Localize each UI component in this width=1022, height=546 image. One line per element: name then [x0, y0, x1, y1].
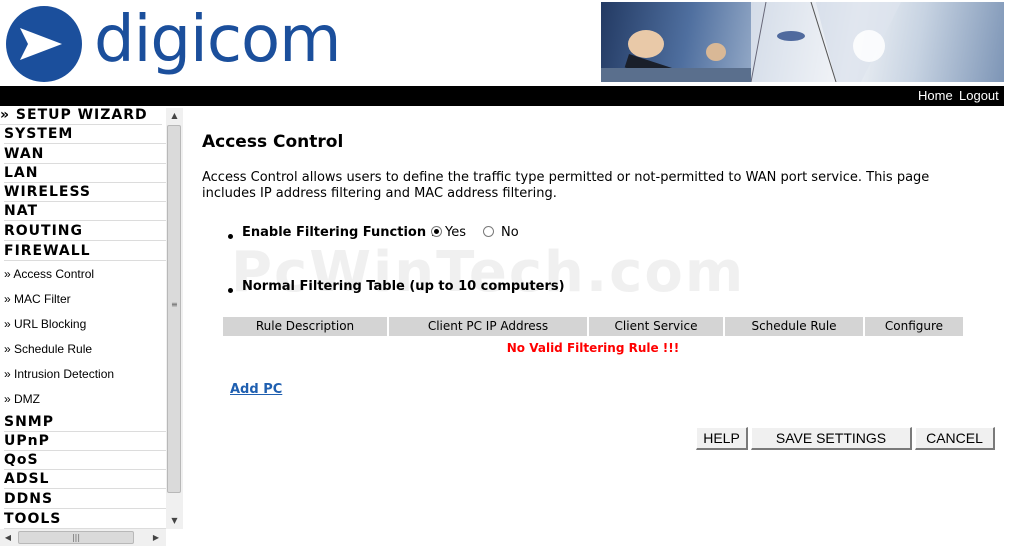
- bullet-icon: [228, 288, 233, 293]
- scroll-left-arrow-icon[interactable]: ◀: [0, 529, 16, 546]
- scroll-down-arrow-icon[interactable]: ▼: [166, 513, 183, 529]
- home-link[interactable]: Home: [918, 88, 953, 103]
- column-header-client-service: Client Service: [589, 317, 725, 336]
- filtering-table-title: Normal Filtering Table (up to 10 compute…: [242, 279, 565, 294]
- filtering-yes-radio[interactable]: [431, 226, 442, 237]
- brand-name: digicom: [94, 3, 341, 77]
- sailing-banner-image: [601, 2, 1004, 82]
- scroll-right-arrow-icon[interactable]: ▶: [148, 529, 164, 546]
- filtering-yes-label: Yes: [445, 225, 466, 240]
- sidebar-horizontal-scrollbar[interactable]: ◀ ||| ▶: [0, 529, 166, 546]
- sidebar-item-firewall[interactable]: FIREWALL: [4, 242, 166, 261]
- filtering-no-label: No: [501, 225, 519, 240]
- sidebar-item-wan[interactable]: WAN: [4, 145, 166, 164]
- save-settings-button[interactable]: SAVE SETTINGS: [751, 427, 912, 450]
- bullet-icon: [228, 234, 233, 239]
- sidebar-subitem-schedule-rule[interactable]: » Schedule Rule: [4, 341, 166, 357]
- scrollbar-thumb[interactable]: ≡: [167, 125, 181, 493]
- column-header-schedule-rule: Schedule Rule: [725, 317, 865, 336]
- sidebar-item-upnp[interactable]: UPnP: [4, 432, 166, 451]
- sidebar-item-setup-wizard[interactable]: » SETUP WIZARD: [0, 106, 162, 125]
- top-navigation-bar: Home Logout: [0, 86, 1004, 106]
- sidebar-item-routing[interactable]: ROUTING: [4, 222, 166, 241]
- page-title: Access Control: [202, 132, 344, 152]
- sidebar-subitem-url-blocking[interactable]: » URL Blocking: [4, 316, 166, 332]
- sidebar-item-ddns[interactable]: DDNS: [4, 490, 166, 509]
- sidebar-item-wireless[interactable]: WIRELESS: [4, 183, 166, 202]
- sidebar-vertical-scrollbar[interactable]: ▲ ≡ ▼: [166, 108, 183, 529]
- sidebar-menu: » SETUP WIZARD SYSTEM WAN LAN WIRELESS N…: [0, 106, 183, 546]
- watermark: PcWinTech.com: [231, 240, 746, 305]
- cancel-button[interactable]: CANCEL: [915, 427, 995, 450]
- sidebar-item-system[interactable]: SYSTEM: [4, 125, 166, 144]
- sidebar-subitem-mac-filter[interactable]: » MAC Filter: [4, 291, 166, 307]
- sidebar-subitem-intrusion-detection[interactable]: » Intrusion Detection: [4, 366, 166, 382]
- sidebar-item-nat[interactable]: NAT: [4, 202, 166, 221]
- filtering-no-radio[interactable]: [483, 226, 494, 237]
- scrollbar-grip-icon: ≡: [171, 300, 178, 309]
- sidebar-item-lan[interactable]: LAN: [4, 164, 166, 183]
- horizontal-scrollbar-thumb[interactable]: |||: [18, 531, 134, 544]
- sidebar-item-qos[interactable]: QoS: [4, 451, 166, 470]
- main-content: PcWinTech.com Access Control Access Cont…: [183, 106, 1022, 546]
- sidebar-item-snmp[interactable]: SNMP: [4, 413, 166, 432]
- enable-filtering-label: Enable Filtering Function :: [242, 225, 436, 240]
- column-header-client-pc-ip: Client PC IP Address: [389, 317, 589, 336]
- help-button[interactable]: HELP: [696, 427, 748, 450]
- sidebar-item-adsl[interactable]: ADSL: [4, 470, 166, 489]
- sidebar-subitem-dmz[interactable]: » DMZ: [4, 391, 166, 407]
- logout-link[interactable]: Logout: [959, 88, 999, 103]
- column-header-rule-description: Rule Description: [223, 317, 389, 336]
- empty-table-message: No Valid Filtering Rule !!!: [506, 341, 680, 355]
- scroll-up-arrow-icon[interactable]: ▲: [166, 108, 183, 124]
- header: digicom: [0, 0, 1022, 86]
- sidebar-item-tools[interactable]: TOOLS: [4, 510, 166, 529]
- page-description: Access Control allows users to define th…: [202, 170, 930, 201]
- sidebar-subitem-access-control[interactable]: » Access Control: [4, 266, 166, 282]
- digicom-logo-icon: [6, 6, 82, 82]
- column-header-configure: Configure: [865, 317, 963, 336]
- add-pc-link[interactable]: Add PC: [230, 382, 282, 397]
